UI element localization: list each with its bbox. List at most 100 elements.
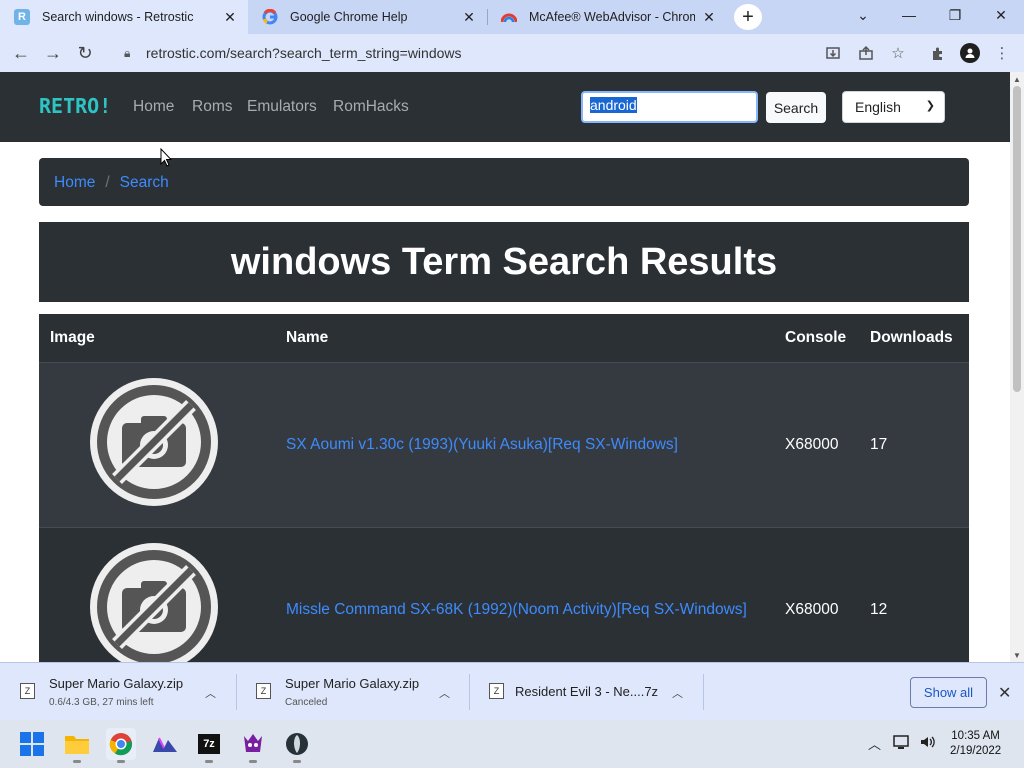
bookmark-star-icon[interactable]: ☆ [886, 42, 910, 64]
windows-taskbar: 7z ︿ 10:35 AM 2/19/2022 [0, 720, 1024, 768]
tab-chrome-help[interactable]: Google Chrome Help ✕ [248, 0, 487, 34]
download-filename: Resident Evil 3 - Ne....7z [515, 684, 659, 699]
install-app-icon[interactable] [821, 42, 845, 64]
breadcrumb-separator: / [105, 174, 110, 191]
browser-menu-icon[interactable]: ⋮ [990, 42, 1014, 64]
windows-start-icon[interactable] [17, 728, 47, 760]
chevron-down-icon: ❯ [925, 100, 935, 112]
language-select[interactable]: English ❯ [842, 91, 945, 123]
chrome-icon[interactable] [106, 728, 136, 763]
scrollbar-thumb[interactable] [1013, 86, 1021, 392]
file-explorer-icon[interactable] [62, 728, 92, 763]
close-window-icon[interactable]: ✕ [978, 0, 1024, 30]
close-tab-icon[interactable]: ✕ [461, 9, 477, 26]
clock-date: 2/19/2022 [950, 745, 1002, 757]
close-download-bar-icon[interactable]: ✕ [998, 683, 1011, 703]
tab-title: Search windows - Retrostic [42, 10, 194, 24]
table-header-row: Image Name Console Downloads [39, 314, 969, 362]
nav-emulators[interactable]: Emulators [247, 98, 317, 116]
close-tab-icon[interactable]: ✕ [701, 9, 717, 26]
tab-title: McAfee® WebAdvisor - Chrome [529, 10, 695, 24]
image-cell [39, 527, 275, 662]
site-search-input[interactable]: android [581, 91, 758, 123]
search-input-value: android [590, 97, 637, 113]
name-cell: Missle Command SX-68K (1992)(Noom Activi… [275, 527, 774, 662]
back-icon[interactable]: ← [8, 40, 34, 66]
volume-icon[interactable] [919, 734, 937, 753]
language-value: English [855, 99, 901, 115]
console-cell: X68000 [785, 600, 839, 618]
nav-home[interactable]: Home [133, 98, 174, 116]
col-name-header: Name [286, 328, 329, 346]
download-item[interactable]: Z Super Mario Galaxy.zip Canceled ︿ [236, 663, 470, 721]
clock-time: 10:35 AM [951, 730, 1000, 742]
tray-chevron-up-icon[interactable]: ︿ [868, 734, 881, 753]
download-item[interactable]: Z Resident Evil 3 - Ne....7z ︿ [469, 663, 703, 721]
breadcrumb: Home / Search [39, 158, 969, 206]
table-row: SX Aoumi v1.30c (1993)(Yuuki Asuka)[Req … [39, 362, 969, 527]
tab-mcafee[interactable]: McAfee® WebAdvisor - Chrome ✕ [487, 0, 727, 34]
results-heading-panel: windows Term Search Results [39, 222, 969, 302]
archive-file-icon: Z [489, 683, 504, 699]
download-status: 0.6/4.3 GB, 27 mins left [49, 697, 154, 708]
site-search-button[interactable]: Search [766, 92, 826, 123]
tab-search-chevron-icon[interactable]: ⌄ [840, 0, 886, 30]
web-page: RETRO! Home Roms Emulators RomHacks andr… [0, 72, 1010, 662]
scroll-up-icon[interactable]: ▲ [1010, 72, 1024, 86]
breadcrumb-home[interactable]: Home [54, 174, 95, 191]
nav-roms[interactable]: Roms [192, 98, 232, 116]
no-image-camera-icon[interactable] [89, 542, 219, 662]
chevron-up-icon[interactable]: ︿ [672, 685, 683, 701]
col-console-header: Console [785, 328, 847, 346]
browser-title-bar: R Search windows - Retrostic ✕ Google Ch… [0, 0, 1024, 34]
address-bar[interactable]: 🔒︎ retrostic.com/search?search_term_stri… [112, 38, 802, 68]
nav-romhacks[interactable]: RomHacks [333, 98, 409, 116]
network-icon[interactable] [893, 734, 911, 753]
tab-retrostic[interactable]: R Search windows - Retrostic ✕ [0, 0, 248, 34]
tab-title: Google Chrome Help [290, 10, 408, 24]
forward-icon[interactable]: → [40, 40, 66, 66]
7zip-icon[interactable]: 7z [194, 728, 224, 763]
download-filename: Super Mario Galaxy.zip [285, 676, 420, 691]
download-item[interactable]: Z Super Mario Galaxy.zip 0.6/4.3 GB, 27 … [0, 663, 236, 721]
col-downloads-header: Downloads [870, 328, 953, 346]
show-all-downloads-button[interactable]: Show all [910, 677, 987, 708]
results-table: Image Name Console Downloads SX Aoumi v1… [39, 314, 969, 662]
site-navbar: RETRO! Home Roms Emulators RomHacks andr… [0, 72, 1010, 142]
lock-icon: 🔒︎ [124, 45, 131, 60]
system-clock[interactable]: 10:35 AM 2/19/2022 [950, 729, 1001, 759]
restore-icon[interactable]: ❐ [932, 0, 978, 30]
page-scrollbar[interactable]: ▲ ▼ [1010, 72, 1024, 662]
extensions-icon[interactable] [926, 42, 950, 64]
close-tab-icon[interactable]: ✕ [222, 9, 238, 26]
chevron-up-icon[interactable]: ︿ [205, 685, 216, 701]
running-indicator [117, 760, 125, 763]
col-image-header: Image [50, 328, 95, 346]
share-icon[interactable] [854, 42, 878, 64]
profile-avatar-icon[interactable] [958, 42, 982, 64]
download-status: Canceled [285, 697, 328, 708]
retrostic-favicon-icon: R [14, 9, 30, 25]
browser-toolbar: ← → ↻ 🔒︎ retrostic.com/search?search_ter… [0, 34, 1024, 72]
chevron-up-icon[interactable]: ︿ [439, 685, 450, 701]
url-text: retrostic.com/search?search_term_string=… [146, 45, 462, 61]
archive-file-icon: Z [20, 683, 35, 699]
google-favicon-icon [262, 9, 278, 25]
reload-icon[interactable]: ↻ [72, 40, 98, 66]
name-cell: SX Aoumi v1.30c (1993)(Yuuki Asuka)[Req … [275, 362, 774, 527]
running-indicator [249, 760, 257, 763]
running-indicator [205, 760, 213, 763]
scroll-down-icon[interactable]: ▼ [1010, 648, 1024, 662]
rom-link[interactable]: Missle Command SX-68K (1992)(Noom Activi… [286, 601, 747, 618]
download-filename: Super Mario Galaxy.zip [49, 676, 184, 691]
breadcrumb-search[interactable]: Search [120, 174, 169, 191]
app-icon[interactable] [150, 728, 180, 760]
site-logo[interactable]: RETRO! [39, 94, 111, 118]
game-icon[interactable] [238, 728, 268, 763]
app2-icon[interactable] [282, 728, 312, 763]
download-separator [703, 674, 704, 710]
minimize-icon[interactable]: — [886, 0, 932, 30]
no-image-camera-icon[interactable] [89, 377, 219, 507]
new-tab-button[interactable]: + [734, 4, 762, 30]
rom-link[interactable]: SX Aoumi v1.30c (1993)(Yuuki Asuka)[Req … [286, 436, 678, 453]
